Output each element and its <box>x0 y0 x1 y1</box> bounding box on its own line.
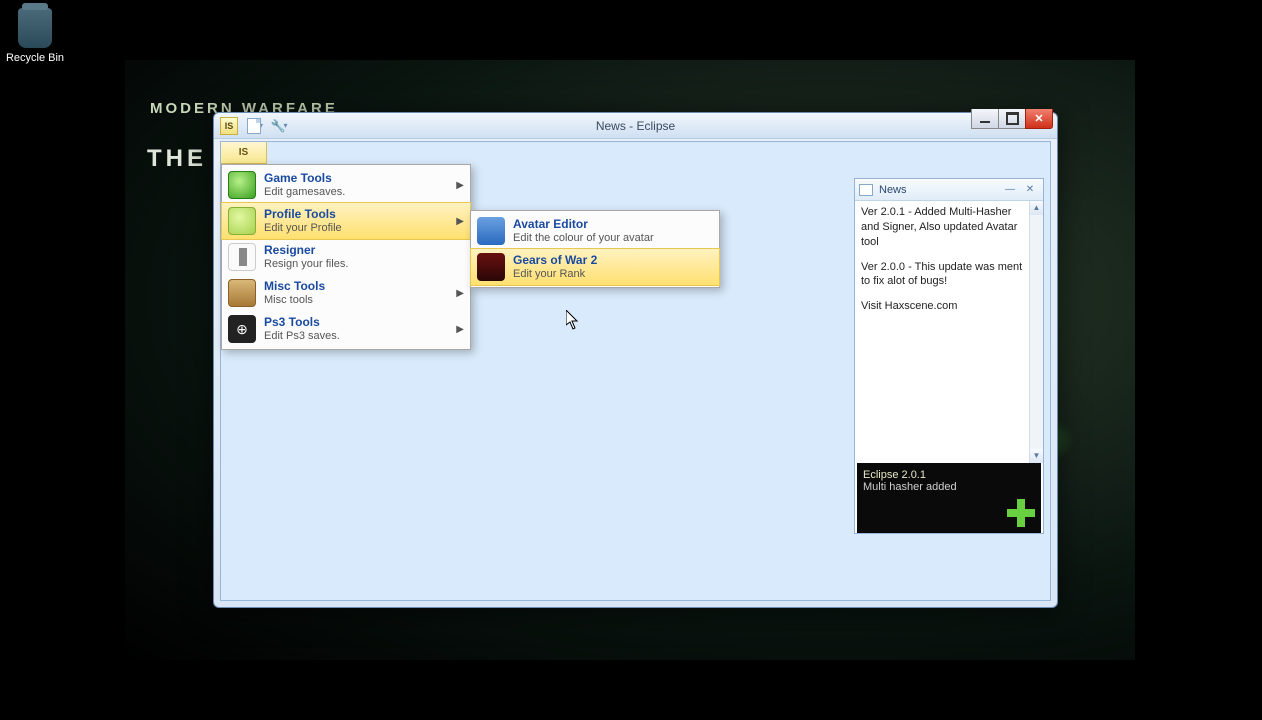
submenu-arrow-icon: ▶ <box>456 288 464 299</box>
menu-item-title: Gears of War 2 <box>513 253 713 267</box>
news-icon <box>859 184 873 196</box>
chevron-down-icon: ▾ <box>283 121 287 130</box>
xbox-icon <box>228 171 256 199</box>
recycle-bin-label: Recycle Bin <box>5 52 65 64</box>
menu-item-desc: Edit your Profile <box>264 222 456 235</box>
submenu-item-gears-of-war-2[interactable]: Gears of War 2 Edit your Rank <box>471 249 719 285</box>
menu-item-game-tools[interactable]: Game Tools Edit gamesaves. ▶ <box>222 167 470 203</box>
document-icon <box>247 118 261 134</box>
news-footer-title: Eclipse 2.0.1 <box>863 469 1035 481</box>
avatar-icon <box>477 217 505 245</box>
cursor-icon <box>566 310 580 330</box>
box-icon <box>228 279 256 307</box>
plus-icon <box>1007 499 1035 527</box>
menu-item-desc: Misc tools <box>264 294 456 307</box>
panel-close-button[interactable]: ✕ <box>1021 183 1039 197</box>
recycle-bin-icon <box>18 8 52 48</box>
wallpaper-text-2: THE <box>147 145 207 173</box>
profile-tools-submenu: Avatar Editor Edit the colour of your av… <box>470 210 720 288</box>
submenu-arrow-icon: ▶ <box>456 216 464 227</box>
submenu-arrow-icon: ▶ <box>456 180 464 191</box>
window-title: News - Eclipse <box>596 119 675 133</box>
news-footer: Eclipse 2.0.1 Multi hasher added <box>857 463 1041 533</box>
menu-item-desc: Edit Ps3 saves. <box>264 330 456 343</box>
panel-minimize-button[interactable]: — <box>1001 183 1019 197</box>
titlebar[interactable]: IS ▾ 🔧▾ News - Eclipse <box>214 113 1057 139</box>
recycle-bin[interactable]: Recycle Bin <box>5 8 65 64</box>
gears-of-war-icon <box>477 253 505 281</box>
news-panel-header[interactable]: News — ✕ <box>855 179 1043 201</box>
menu-item-title: Misc Tools <box>264 279 456 293</box>
client-area: IS Game Tools Edit gamesaves. ▶ Profile … <box>220 141 1051 601</box>
menu-item-desc: Resign your files. <box>264 258 464 271</box>
app-icon[interactable]: IS <box>220 117 238 135</box>
menu-item-desc: Edit gamesaves. <box>264 186 456 199</box>
news-paragraph: Ver 2.0.0 - This update was ment to fix … <box>861 260 1027 290</box>
news-paragraph: Visit Haxscene.com <box>861 299 1027 314</box>
news-paragraph: Ver 2.0.1 - Added Multi-Hasher and Signe… <box>861 205 1027 250</box>
app-window: IS ▾ 🔧▾ News - Eclipse IS Game Tools Edi… <box>213 112 1058 608</box>
minimize-button[interactable] <box>971 109 999 129</box>
main-menu-dropdown: Game Tools Edit gamesaves. ▶ Profile Too… <box>221 164 471 350</box>
playstation-icon: ⊕ <box>228 315 256 343</box>
news-panel-title: News <box>879 184 907 196</box>
submenu-item-avatar-editor[interactable]: Avatar Editor Edit the colour of your av… <box>471 213 719 249</box>
news-footer-desc: Multi hasher added <box>863 481 1035 493</box>
menu-item-title: Resigner <box>264 243 464 257</box>
scroll-up-button[interactable]: ▲ <box>1030 201 1043 215</box>
menu-item-misc-tools[interactable]: Misc Tools Misc tools ▶ <box>222 275 470 311</box>
news-body: Ver 2.0.1 - Added Multi-Hasher and Signe… <box>855 201 1043 463</box>
menu-item-title: Ps3 Tools <box>264 315 456 329</box>
menu-item-resigner[interactable]: Resigner Resign your files. <box>222 239 470 275</box>
window-controls <box>972 109 1053 129</box>
profile-icon <box>228 207 256 235</box>
scroll-down-button[interactable]: ▼ <box>1030 449 1043 463</box>
main-menu-tab[interactable]: IS <box>221 142 267 164</box>
close-button[interactable] <box>1025 109 1053 129</box>
menu-item-title: Profile Tools <box>264 207 456 221</box>
news-scrollbar[interactable]: ▲ ▼ <box>1029 201 1043 463</box>
maximize-button[interactable] <box>998 109 1026 129</box>
toolbar-new-button[interactable]: ▾ <box>244 116 266 136</box>
news-panel: News — ✕ Ver 2.0.1 - Added Multi-Hasher … <box>854 178 1044 534</box>
menu-item-desc: Edit the colour of your avatar <box>513 232 713 245</box>
menu-item-title: Game Tools <box>264 171 456 185</box>
menu-item-desc: Edit your Rank <box>513 268 713 281</box>
menu-item-ps3-tools[interactable]: ⊕ Ps3 Tools Edit Ps3 saves. ▶ <box>222 311 470 347</box>
menu-item-title: Avatar Editor <box>513 217 713 231</box>
menu-item-profile-tools[interactable]: Profile Tools Edit your Profile ▶ <box>222 203 470 239</box>
submenu-arrow-icon: ▶ <box>456 324 464 335</box>
toolbar-settings-button[interactable]: 🔧▾ <box>268 116 290 136</box>
file-icon <box>228 243 256 271</box>
